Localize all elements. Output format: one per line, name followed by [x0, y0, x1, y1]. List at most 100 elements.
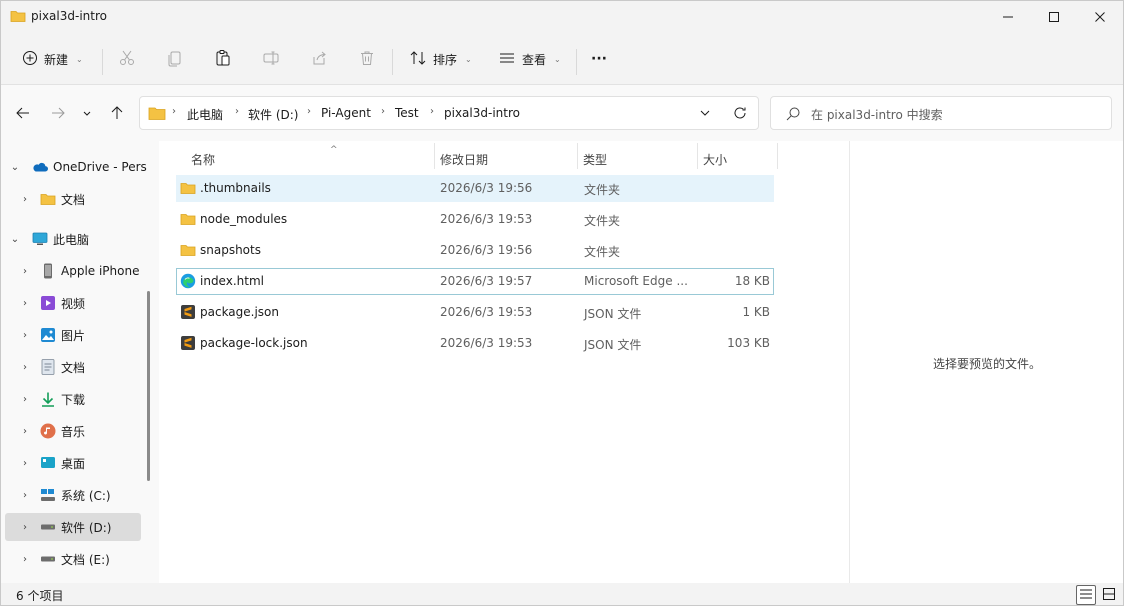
sidebar-item-drive-e[interactable]: › 文档 (E:)	[5, 545, 141, 573]
folder-icon	[10, 9, 26, 23]
more-button[interactable]: ···	[591, 43, 607, 75]
view-button[interactable]: 查看 ⌄	[498, 43, 561, 75]
column-header-type[interactable]: 类型	[577, 147, 697, 171]
refresh-button[interactable]	[732, 105, 748, 124]
column-header-name[interactable]: ^ 名称	[185, 145, 435, 171]
documents-icon	[40, 359, 56, 375]
column-header-label: 修改日期	[440, 152, 489, 167]
column-divider[interactable]	[777, 143, 778, 169]
share-icon	[310, 49, 328, 70]
folder-icon	[40, 191, 56, 207]
file-type: 文件夹	[584, 214, 621, 228]
system-drive-icon	[40, 487, 56, 503]
navigation-pane: ⌄ OneDrive - Pers › 文档 ⌄ 此电脑 › Apple iPh…	[1, 141, 159, 583]
breadcrumb-separator: ›	[381, 106, 385, 117]
rename-button[interactable]	[259, 47, 283, 71]
minimize-button[interactable]	[985, 1, 1031, 33]
chevron-down-icon: ⌄	[10, 233, 20, 245]
column-header-size[interactable]: 大小	[697, 147, 777, 171]
breadcrumb-item[interactable]: 此电脑	[187, 106, 223, 123]
separator	[102, 49, 103, 75]
file-row[interactable]: node_modules 2026/6/3 19:53 文件夹	[176, 206, 774, 233]
share-button[interactable]	[307, 47, 331, 71]
paste-icon	[214, 49, 232, 70]
view-icon	[498, 50, 516, 69]
sidebar-item-label: 系统 (C:)	[61, 488, 111, 503]
back-button[interactable]	[11, 102, 35, 126]
sidebar-item-onedrive[interactable]: ⌄ OneDrive - Pers	[5, 153, 147, 181]
chevron-down-icon: ⌄	[76, 54, 83, 64]
copy-icon	[166, 49, 184, 70]
sidebar-item-desktop[interactable]: › 桌面	[5, 449, 141, 477]
close-button[interactable]	[1077, 1, 1123, 33]
refresh-icon	[732, 107, 748, 124]
tiles-view-button[interactable]	[1099, 585, 1119, 605]
breadcrumb-item[interactable]: Pi-Agent	[321, 106, 371, 120]
sidebar-item-drive-c[interactable]: › 系统 (C:)	[5, 481, 141, 509]
breadcrumb-item[interactable]: Test	[395, 106, 419, 120]
paste-button[interactable]	[211, 47, 235, 71]
address-history-button[interactable]	[699, 107, 711, 122]
column-header-label: 大小	[703, 152, 728, 167]
command-bar: 新建 ⌄ 排序 ⌄ 查看 ⌄ ···	[1, 33, 1123, 85]
file-date: 2026/6/3 19:56	[440, 181, 533, 195]
delete-button[interactable]	[355, 47, 379, 71]
file-name: node_modules	[200, 212, 288, 226]
sidebar-item-label: 文档	[61, 360, 86, 375]
tiles-view-icon	[1102, 587, 1116, 604]
edge-icon	[180, 273, 196, 289]
pc-icon	[32, 231, 48, 247]
sidebar-item-downloads[interactable]: › 下载	[5, 385, 141, 413]
column-header-label: 名称	[191, 152, 216, 167]
sidebar-item-this-pc[interactable]: ⌄ 此电脑	[5, 225, 141, 253]
sidebar-item-documents[interactable]: › 文档	[5, 353, 141, 381]
details-view-icon	[1079, 588, 1093, 603]
copy-button[interactable]	[163, 47, 187, 71]
sidebar-item-label: 文档	[61, 192, 86, 207]
sidebar-item-music[interactable]: › 音乐	[5, 417, 141, 445]
address-bar[interactable]: › 此电脑 › 软件 (D:) › Pi-Agent › Test › pixa…	[139, 96, 759, 130]
file-row[interactable]: index.html 2026/6/3 19:57 Microsoft Edge…	[176, 268, 774, 295]
sidebar-item-onedrive-documents[interactable]: › 文档	[5, 185, 141, 213]
folder-icon	[180, 211, 196, 227]
new-button[interactable]: 新建 ⌄	[22, 43, 83, 75]
forward-button[interactable]	[46, 102, 70, 126]
sublime-icon	[180, 304, 196, 320]
column-header-date[interactable]: 修改日期	[434, 147, 577, 171]
recent-locations-button[interactable]	[77, 102, 97, 126]
details-view-button[interactable]	[1076, 585, 1096, 605]
sidebar-item-videos[interactable]: › 视频	[5, 289, 141, 317]
sort-button[interactable]: 排序 ⌄	[409, 43, 472, 75]
file-row[interactable]: snapshots 2026/6/3 19:56 文件夹	[176, 237, 774, 264]
breadcrumb-item[interactable]: pixal3d-intro	[444, 106, 520, 120]
file-type: Microsoft Edge ...	[584, 274, 688, 288]
column-header-label: 类型	[583, 152, 608, 167]
breadcrumb-item[interactable]: 软件 (D:)	[248, 106, 298, 123]
sublime-icon	[180, 335, 196, 351]
up-button[interactable]	[105, 102, 129, 126]
sidebar-item-label: 此电脑	[53, 232, 90, 247]
content-area: ⌄ OneDrive - Pers › 文档 ⌄ 此电脑 › Apple iPh…	[1, 141, 1123, 583]
sidebar-item-pictures[interactable]: › 图片	[5, 321, 141, 349]
sidebar-item-label: OneDrive - Pers	[53, 160, 147, 174]
file-row[interactable]: .thumbnails 2026/6/3 19:56 文件夹	[176, 175, 774, 202]
sidebar-item-iphone[interactable]: › Apple iPhone	[5, 257, 141, 285]
cut-button[interactable]	[115, 47, 139, 71]
sort-ascending-icon: ^	[330, 145, 338, 155]
address-row: › 此电脑 › 软件 (D:) › Pi-Agent › Test › pixa…	[1, 85, 1123, 141]
file-explorer-window: pixal3d-intro 新建 ⌄ 排序 ⌄ 查看 ⌄ ··· › 此电脑 ›…	[0, 0, 1124, 606]
file-row[interactable]: package.json 2026/6/3 19:53 JSON 文件 1 KB	[176, 299, 774, 326]
file-date: 2026/6/3 19:53	[440, 336, 533, 350]
search-input[interactable]: 在 pixal3d-intro 中搜索	[770, 96, 1112, 130]
navigation-scrollbar[interactable]	[147, 291, 150, 481]
separator	[576, 49, 577, 75]
sidebar-item-drive-d[interactable]: › 软件 (D:)	[5, 513, 141, 541]
file-row[interactable]: package-lock.json 2026/6/3 19:53 JSON 文件…	[176, 330, 774, 357]
maximize-button[interactable]	[1031, 1, 1077, 33]
file-type: JSON 文件	[584, 307, 642, 321]
arrow-left-icon	[15, 105, 31, 124]
chevron-right-icon: ›	[23, 553, 27, 565]
chevron-right-icon: ›	[23, 265, 27, 277]
phone-icon	[40, 263, 56, 279]
download-icon	[40, 391, 56, 407]
